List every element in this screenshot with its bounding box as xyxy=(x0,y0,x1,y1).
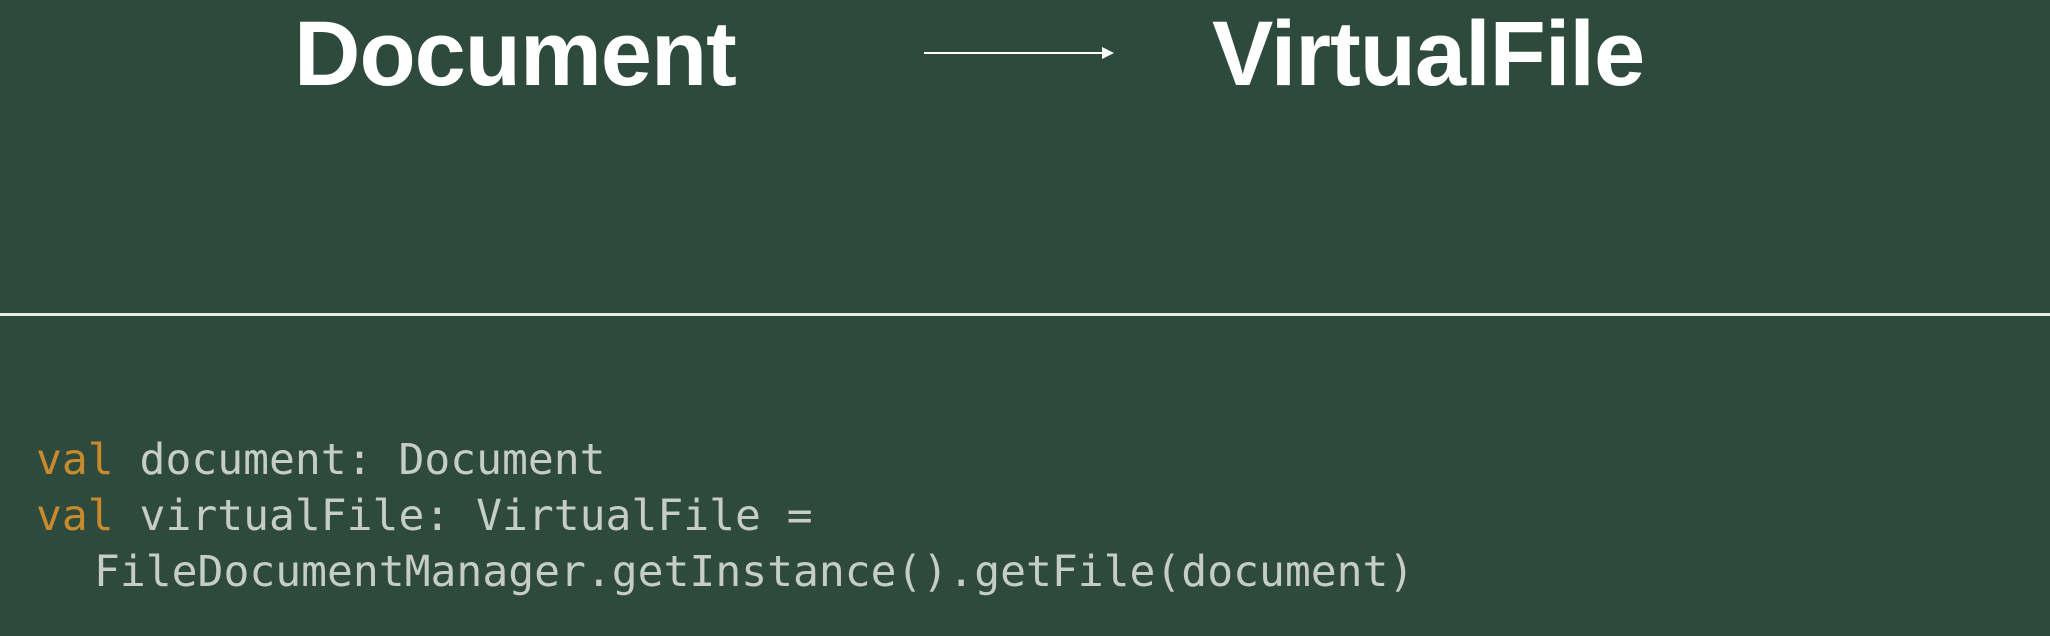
code-line-2: val virtualFile: VirtualFile = xyxy=(36,491,813,541)
heading-document: Document xyxy=(294,3,737,105)
right-arrow-icon xyxy=(924,47,1114,59)
keyword-val: val xyxy=(36,491,114,541)
code-line-3: FileDocumentManager.getInstance().getFil… xyxy=(36,547,1414,597)
heading-virtualfile: VirtualFile xyxy=(1212,3,1645,105)
divider xyxy=(0,313,2050,316)
code-line-1-text: document: Document xyxy=(113,435,606,485)
code-line-2-text: virtualFile: VirtualFile = xyxy=(113,491,813,541)
code-block: val document: Document val virtualFile: … xyxy=(36,432,1414,600)
code-line-3-text: FileDocumentManager.getInstance().getFil… xyxy=(94,547,1415,597)
keyword-val: val xyxy=(36,435,114,485)
code-line-1: val document: Document xyxy=(36,435,606,485)
slide: Document VirtualFile val document: Docum… xyxy=(0,0,2050,636)
